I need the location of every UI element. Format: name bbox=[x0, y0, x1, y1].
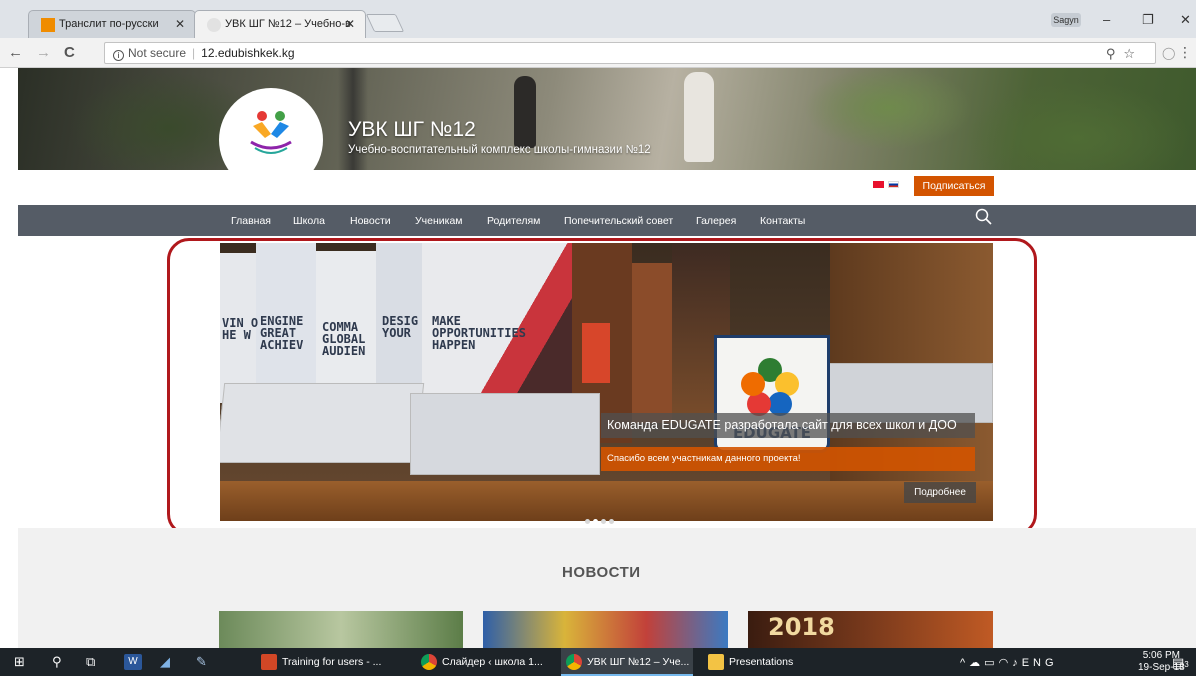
folder-icon bbox=[708, 654, 724, 670]
system-tray: ^☁▭◠♪ENG bbox=[960, 656, 1058, 669]
powerpoint-icon bbox=[261, 654, 277, 670]
star-icon[interactable]: ☆ bbox=[1123, 46, 1143, 61]
nav-item-home[interactable]: Главная bbox=[231, 215, 271, 227]
notification-icon[interactable]: ▤3 bbox=[1172, 655, 1189, 671]
search-icon[interactable]: ⚲ bbox=[52, 654, 62, 670]
close-tab-icon[interactable]: ✕ bbox=[345, 17, 355, 31]
close-window-icon[interactable]: ✕ bbox=[1180, 12, 1191, 28]
minimize-icon[interactable]: – bbox=[1103, 12, 1110, 27]
wifi-icon[interactable]: ◠ bbox=[999, 657, 1013, 669]
taskbar-app-label: УВК ШГ №12 – Уче... bbox=[587, 656, 690, 668]
notification-count: 3 bbox=[1184, 660, 1189, 669]
restore-icon[interactable]: ❐ bbox=[1142, 12, 1154, 28]
thumb-text: 2018 bbox=[768, 613, 835, 641]
taskbar: ⊞ ⚲ ⧉ W ◢ ✎ Training for users - ... Сла… bbox=[0, 648, 1196, 676]
taskbar-app-explorer[interactable]: Presentations bbox=[703, 648, 813, 676]
subscribe-button[interactable]: Подписаться bbox=[914, 176, 994, 196]
language-indicator[interactable]: ENG bbox=[1022, 657, 1058, 669]
word-icon[interactable]: W bbox=[124, 654, 142, 670]
school-logo[interactable] bbox=[219, 88, 323, 192]
zoom-icon[interactable]: ⚲ bbox=[1106, 46, 1124, 61]
screen: Транслит по-русски ✕ УВК ШГ №12 – Учебно… bbox=[0, 0, 1196, 676]
news-thumbnail[interactable] bbox=[483, 611, 728, 648]
windows-start-icon[interactable]: ⊞ bbox=[14, 654, 25, 670]
profile-button[interactable]: Sagyn bbox=[1051, 13, 1081, 27]
taskbar-app-label: Training for users - ... bbox=[282, 656, 382, 668]
taskbar-app-powerpoint[interactable]: Training for users - ... bbox=[256, 648, 406, 676]
address-bar[interactable]: i Not secure | 12.edubishkek.kg ⚲☆ bbox=[104, 42, 1156, 64]
chrome-icon bbox=[421, 654, 437, 670]
nav-item-parents[interactable]: Родителям bbox=[487, 215, 540, 227]
translit-favicon-icon bbox=[41, 18, 55, 32]
taskbar-app-label: Слайдер ‹ школа 1... bbox=[442, 656, 543, 668]
security-label: Not secure bbox=[128, 46, 187, 60]
menu-icon[interactable]: ⋮ bbox=[1178, 44, 1192, 61]
close-tab-icon[interactable]: ✕ bbox=[175, 17, 185, 31]
task-view-icon[interactable]: ⧉ bbox=[86, 654, 95, 670]
news-heading: НОВОСТИ bbox=[562, 564, 641, 581]
tab-uvk[interactable]: УВК ШГ №12 – Учебно-в ✕ bbox=[194, 10, 366, 38]
nav-item-school[interactable]: Школа bbox=[293, 215, 325, 227]
news-thumbnail[interactable] bbox=[219, 611, 463, 648]
extension-icon[interactable]: ◯ bbox=[1162, 46, 1175, 60]
person-decor bbox=[514, 76, 536, 148]
browser-toolbar: ← → C i Not secure | 12.edubishkek.kg ⚲☆ ◯ … bbox=[0, 38, 1196, 68]
battery-icon[interactable]: ▭ bbox=[984, 657, 998, 669]
show-hidden-icons-icon[interactable]: ^ bbox=[960, 657, 969, 669]
search-icon[interactable] bbox=[975, 208, 993, 226]
tab-title: УВК ШГ №12 – Учебно-в bbox=[225, 18, 351, 30]
nav-item-contacts[interactable]: Контакты bbox=[760, 215, 805, 227]
new-tab-button[interactable] bbox=[365, 14, 405, 32]
forward-icon[interactable]: → bbox=[36, 44, 51, 61]
logo-icon bbox=[250, 111, 292, 154]
browser-tab-strip: Транслит по-русски ✕ УВК ШГ №12 – Учебно… bbox=[0, 0, 1196, 38]
kyrgyz-flag-icon[interactable] bbox=[873, 181, 884, 188]
omnibox-actions: ⚲☆ bbox=[1106, 46, 1143, 62]
paint-icon[interactable]: ✎ bbox=[196, 654, 207, 670]
url-text: 12.edubishkek.kg bbox=[201, 46, 295, 60]
nav-item-news[interactable]: Новости bbox=[350, 215, 391, 227]
person-decor bbox=[684, 72, 714, 162]
site-favicon-icon bbox=[207, 18, 221, 32]
site-title[interactable]: УВК ШГ №12 bbox=[348, 118, 476, 142]
reload-icon[interactable]: C bbox=[64, 44, 75, 61]
nav-item-students[interactable]: Ученикам bbox=[415, 215, 463, 227]
news-thumbnail[interactable]: 2018 bbox=[748, 611, 993, 648]
highlight-annotation bbox=[167, 238, 1037, 536]
chrome-icon bbox=[566, 654, 582, 670]
cloud-icon[interactable]: ☁ bbox=[969, 657, 984, 669]
taskbar-app-label: Presentations bbox=[729, 656, 794, 668]
info-icon[interactable]: i bbox=[113, 50, 124, 61]
notes-icon[interactable]: ◢ bbox=[160, 654, 170, 670]
nav-item-gallery[interactable]: Галерея bbox=[696, 215, 736, 227]
volume-icon[interactable]: ♪ bbox=[1012, 657, 1022, 669]
nav-item-board[interactable]: Попечительский совет bbox=[564, 215, 673, 227]
tab-translit[interactable]: Транслит по-русски ✕ bbox=[28, 10, 196, 38]
taskbar-app-chrome-uvk[interactable]: УВК ШГ №12 – Уче... bbox=[561, 648, 693, 676]
tab-title: Транслит по-русски bbox=[59, 18, 159, 30]
back-icon[interactable]: ← bbox=[8, 44, 23, 61]
russian-flag-icon[interactable] bbox=[888, 181, 899, 188]
taskbar-app-chrome-slider[interactable]: Слайдер ‹ школа 1... bbox=[416, 648, 556, 676]
site-subtitle: Учебно-воспитательный комплекс школы-гим… bbox=[348, 144, 651, 156]
